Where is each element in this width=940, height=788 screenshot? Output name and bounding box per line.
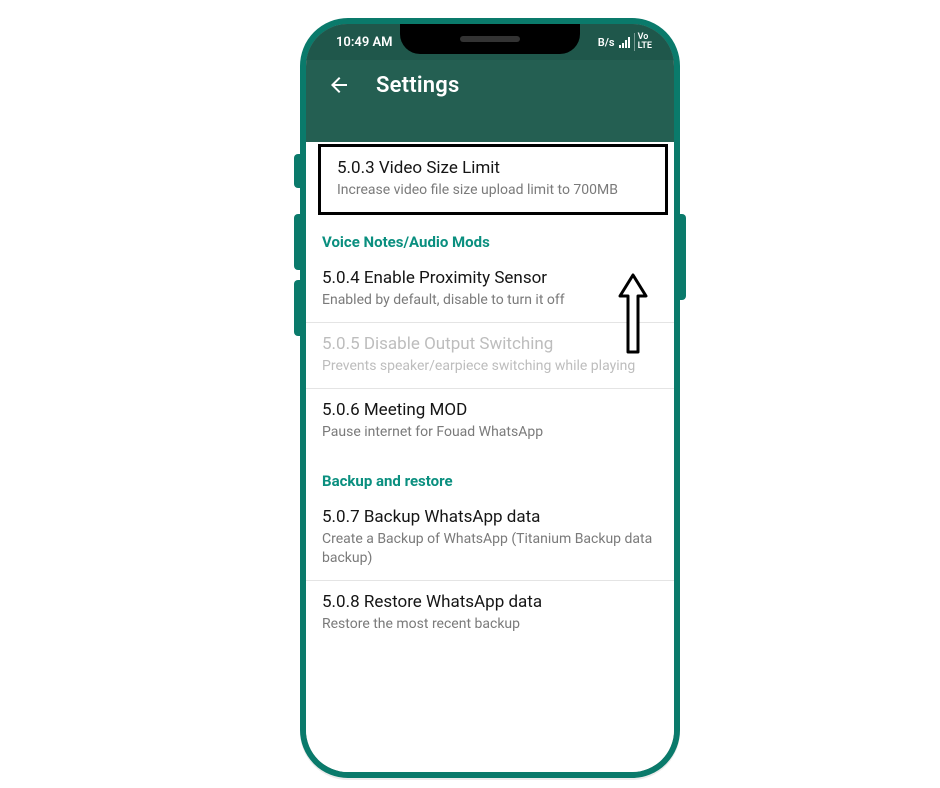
settings-list[interactable]: 5.0.3 Video Size Limit Increase video fi… <box>306 142 674 772</box>
setting-title: 5.0.6 Meeting MOD <box>322 399 658 421</box>
side-button-power <box>678 214 686 300</box>
setting-backup-data[interactable]: 5.0.7 Backup WhatsApp data Create a Back… <box>306 496 674 581</box>
notch <box>400 24 580 54</box>
status-net-speed: B/s <box>598 36 615 49</box>
setting-subtitle: Pause internet for Fouad WhatsApp <box>322 423 658 442</box>
setting-subtitle: Enabled by default, disable to turn it o… <box>322 291 658 310</box>
section-voice-notes: Voice Notes/Audio Mods <box>306 219 674 257</box>
setting-subtitle: Prevents speaker/earpiece switching whil… <box>322 357 658 376</box>
annotation-arrow-up-icon <box>616 272 650 360</box>
phone-frame: 10:49 AM B/s Vo LTE Settings <box>300 18 680 778</box>
side-button-vol-down <box>294 280 302 336</box>
arrow-left-icon <box>327 73 351 97</box>
status-time: 10:49 AM <box>336 35 393 50</box>
volte-icon: Vo LTE <box>634 33 652 51</box>
setting-title: 5.0.3 Video Size Limit <box>337 157 649 179</box>
setting-title: 5.0.4 Enable Proximity Sensor <box>322 267 658 289</box>
page-title: Settings <box>376 73 459 98</box>
setting-video-size-limit[interactable]: 5.0.3 Video Size Limit Increase video fi… <box>318 144 668 215</box>
setting-restore-data[interactable]: 5.0.8 Restore WhatsApp data Restore the … <box>306 581 674 646</box>
status-right: B/s Vo LTE <box>598 33 652 51</box>
speaker-grille <box>460 36 520 42</box>
app-bar: Settings <box>306 60 674 100</box>
side-button-mute <box>294 154 302 188</box>
setting-subtitle: Increase video file size upload limit to… <box>337 181 649 200</box>
signal-icon <box>619 36 630 48</box>
setting-title: 5.0.8 Restore WhatsApp data <box>322 591 658 613</box>
setting-subtitle: Restore the most recent backup <box>322 615 658 634</box>
screen: 10:49 AM B/s Vo LTE Settings <box>306 24 674 772</box>
setting-subtitle: Create a Backup of WhatsApp (Titanium Ba… <box>322 530 658 568</box>
back-button[interactable] <box>324 70 354 100</box>
setting-title: 5.0.5 Disable Output Switching <box>322 333 658 355</box>
setting-title: 5.0.7 Backup WhatsApp data <box>322 506 658 528</box>
setting-meeting-mod[interactable]: 5.0.6 Meeting MOD Pause internet for Fou… <box>306 389 674 454</box>
side-button-vol-up <box>294 214 302 270</box>
section-backup-restore: Backup and restore <box>306 454 674 496</box>
